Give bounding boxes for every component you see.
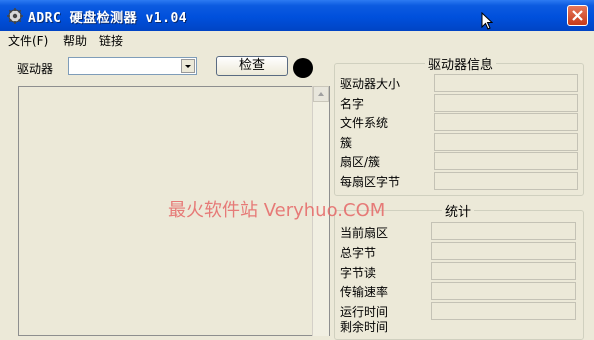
transfer-rate-label: 传输速率: [340, 285, 389, 299]
drive-info-title: 驱动器信息: [425, 54, 497, 73]
dropdown-button[interactable]: [181, 59, 195, 73]
total-bytes-label: 总字节: [340, 246, 377, 260]
drive-size-label: 驱动器大小: [340, 77, 401, 91]
file-system-label: 文件系统: [340, 116, 389, 130]
run-time-field: [431, 302, 576, 320]
remaining-time-label: 剩余时间: [340, 320, 389, 334]
bytes-read-label: 字节读: [340, 266, 377, 280]
drive-select[interactable]: [68, 57, 197, 75]
menu-links[interactable]: 链接: [99, 32, 123, 49]
stats-title: 统计: [442, 201, 475, 220]
scroll-up-button[interactable]: [313, 86, 329, 102]
cluster-label: 簇: [340, 136, 353, 150]
chevron-down-icon: [185, 65, 191, 68]
current-sector-label: 当前扇区: [340, 226, 389, 240]
drive-size-field: [434, 74, 578, 92]
menu-help[interactable]: 帮助: [63, 32, 87, 49]
watermark-text: 最火软件站 Veryhuo.COM: [168, 200, 386, 221]
file-system-field: [434, 113, 578, 131]
transfer-rate-field: [431, 282, 576, 300]
title-bar[interactable]: ADRC 硬盘检测器 v1.04: [0, 0, 594, 31]
close-icon: [572, 10, 583, 21]
menu-bar: 文件(F) 帮助 链接: [0, 31, 594, 49]
total-bytes-field: [431, 242, 576, 260]
name-label: 名字: [340, 97, 365, 111]
cluster-field: [434, 133, 578, 151]
window-title: ADRC 硬盘检测器 v1.04: [28, 11, 188, 26]
sectors-per-cluster-label: 扇区/簇: [340, 155, 381, 169]
sectors-per-cluster-field: [434, 152, 578, 170]
status-indicator: [293, 58, 313, 78]
gear-icon[interactable]: [6, 7, 24, 25]
check-button[interactable]: 检查: [216, 56, 288, 76]
drive-label: 驱动器: [17, 62, 54, 76]
current-sector-field: [431, 222, 576, 240]
chevron-up-icon: [318, 92, 324, 96]
bytes-read-field: [431, 262, 576, 280]
close-button[interactable]: [567, 5, 588, 26]
bytes-per-sector-field: [434, 172, 578, 190]
bytes-per-sector-label: 每扇区字节: [340, 175, 401, 189]
menu-file[interactable]: 文件(F): [8, 32, 48, 49]
mouse-cursor-icon: [481, 12, 493, 30]
name-field: [434, 94, 578, 112]
